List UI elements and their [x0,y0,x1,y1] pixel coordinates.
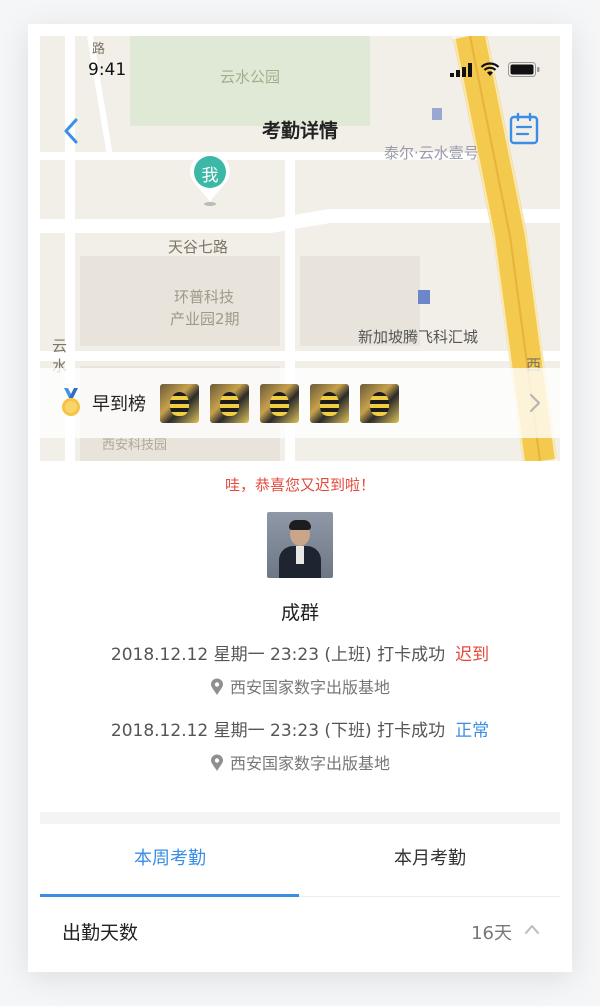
page-title: 考勤详情 [261,120,338,142]
avatar[interactable] [360,383,399,423]
my-location-marker[interactable]: 我 [188,152,232,208]
tab-indicator [40,894,299,897]
battery-icon [508,62,540,77]
attendance-card: 路 云水公园 泰尔·云水壹号 天谷七路 环普科技 产业园2期 新加坡腾飞科汇城 … [28,24,572,972]
tab-this-month[interactable]: 本月考勤 [300,824,560,896]
map-label-park-line2: 产业园2期 [170,310,240,328]
checkout-record: 2018.12.12 星期一 23:23 (下班) 打卡成功 正常 [28,716,572,741]
checkin-location: 西安国家数字出版基地 [28,674,572,698]
cellular-signal-icon [450,62,472,77]
section-divider [40,812,560,824]
checkin-location-text: 西安国家数字出版基地 [229,678,390,697]
checkout-location: 西安国家数字出版基地 [28,750,572,774]
location-pin-icon [210,678,223,695]
attendance-days-value: 16天 [471,923,512,944]
user-avatar[interactable] [267,512,333,578]
status-bar: 9:41 [40,48,560,92]
avatar[interactable] [260,383,299,423]
chevron-right-icon [529,393,541,413]
calendar-icon [509,112,539,145]
checkin-record: 2018.12.12 星期一 23:23 (上班) 打卡成功 迟到 [28,640,572,665]
attendance-tabs: 本周考勤 本月考勤 [40,824,560,897]
ranking-title: 早到榜 [92,394,146,415]
map-label-tiangu-road: 天谷七路 [168,238,229,256]
location-pin-icon [210,754,223,771]
my-location-label: 我 [201,166,219,186]
status-badge-late: 迟到 [455,645,490,665]
status-time: 9:41 [88,60,127,80]
avatar[interactable] [310,383,349,423]
attendance-days-label: 出勤天数 [62,922,139,944]
early-ranking-bar[interactable]: 早到榜 [40,368,560,438]
medal-icon [62,388,80,416]
user-name: 成群 [280,602,319,624]
map-label-singapore: 新加坡腾飞科汇城 [358,328,479,346]
nav-bar: 考勤详情 [40,100,560,160]
congrats-message: 哇，恭喜您又迟到啦！ [224,476,375,494]
status-badge-normal: 正常 [455,721,490,741]
chevron-up-icon [525,925,539,934]
checkin-text: 2018.12.12 星期一 23:23 (上班) 打卡成功 [110,645,446,665]
calendar-button[interactable] [508,112,540,146]
avatar[interactable] [160,383,199,423]
ranking-avatars [160,383,399,423]
avatar[interactable] [210,383,249,423]
tab-this-week[interactable]: 本周考勤 [40,824,300,896]
checkout-location-text: 西安国家数字出版基地 [229,754,390,773]
map-label-park-line1: 环普科技 [174,288,235,306]
wifi-icon [480,62,500,76]
attendance-days-row[interactable]: 出勤天数 16天 [40,898,560,964]
checkout-text: 2018.12.12 星期一 23:23 (下班) 打卡成功 [110,721,446,741]
